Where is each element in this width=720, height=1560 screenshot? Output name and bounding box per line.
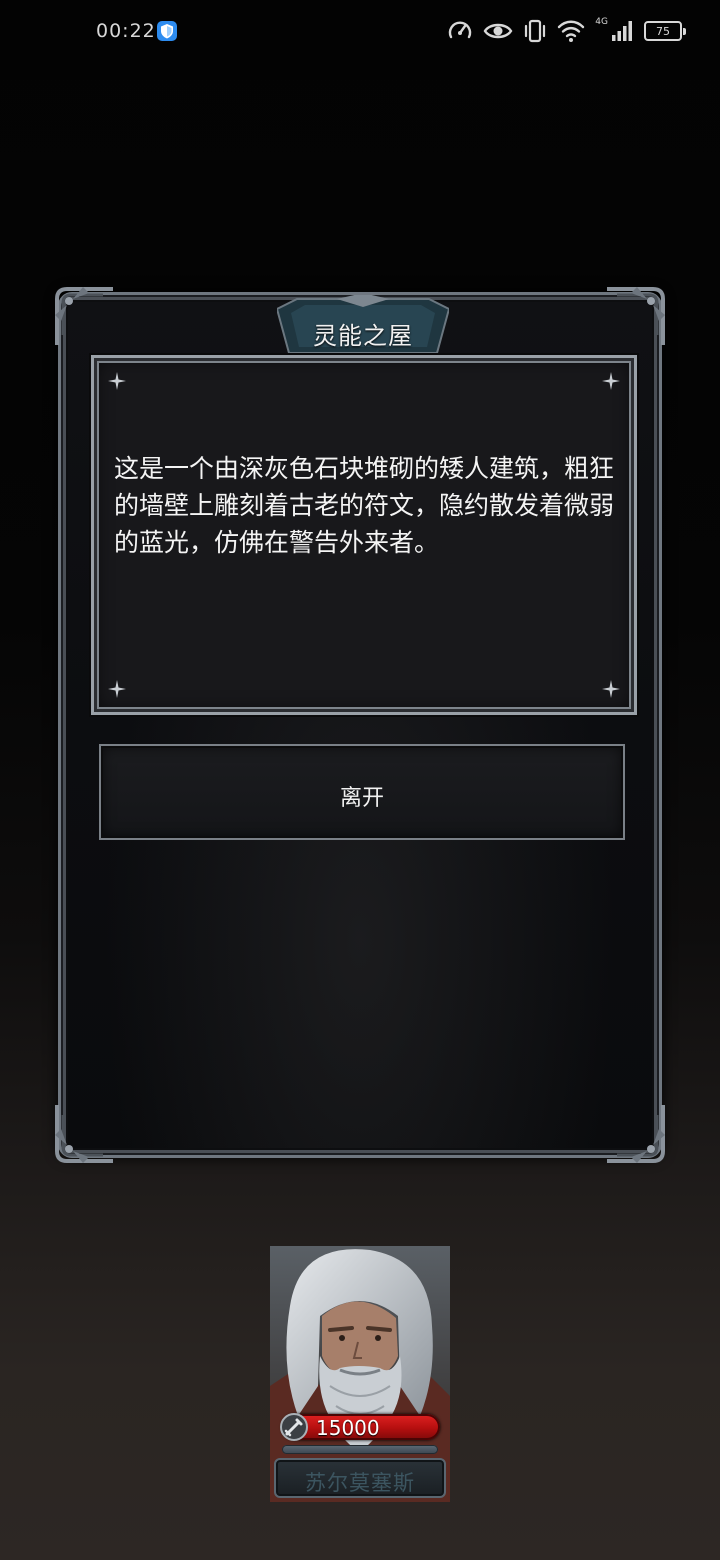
- sparkle-icon: [108, 372, 126, 390]
- leave-button-label: 离开: [339, 786, 384, 811]
- title-plate: 灵能之屋: [277, 295, 449, 357]
- network-type: 4G: [595, 17, 608, 27]
- frame-corner-ornament: [607, 287, 665, 345]
- hero-name: 苏尔莫塞斯: [305, 1471, 415, 1495]
- frame-corner-ornament: [55, 287, 113, 345]
- status-bar: 00:22 4G 75: [0, 0, 720, 62]
- frame-corner-ornament: [607, 1105, 665, 1163]
- wifi-icon: [558, 20, 585, 42]
- sparkle-icon: [602, 680, 620, 698]
- eye-icon: [483, 23, 513, 39]
- battery-level: 75: [656, 24, 670, 38]
- status-time: 00:22: [96, 20, 156, 42]
- description-box: 这是一个由深灰色石块堆砌的矮人建筑，粗狂的墙壁上雕刻着古老的符文，隐约散发着微弱…: [91, 355, 637, 715]
- event-dialog: 灵能之屋 这是一个由深灰色石块堆砌的矮人建筑，粗狂的墙壁上雕刻着古老的符文，隐约…: [55, 287, 665, 1163]
- security-shield-icon: [157, 21, 177, 41]
- speedometer-icon: [449, 21, 472, 39]
- hero-name-plate: 苏尔莫塞斯: [274, 1458, 446, 1498]
- dialog-title: 灵能之屋: [313, 322, 413, 350]
- sword-badge-icon: [280, 1413, 308, 1441]
- sparkle-icon: [108, 680, 126, 698]
- status-icons: 4G 75: [447, 14, 686, 48]
- vibrate-icon: [525, 19, 546, 43]
- hero-card[interactable]: 15000 苏尔莫塞斯: [270, 1246, 450, 1502]
- frame-corner-ornament: [55, 1105, 113, 1163]
- battery-icon: 75: [644, 21, 686, 41]
- leave-button[interactable]: 离开: [99, 744, 625, 840]
- signal-icon: [612, 21, 632, 41]
- sparkle-icon: [602, 372, 620, 390]
- health-bar: [282, 1445, 438, 1454]
- event-description: 这是一个由深灰色石块堆砌的矮人建筑，粗狂的墙壁上雕刻着古老的符文，隐约散发着微弱…: [114, 454, 615, 557]
- gold-amount: 15000: [316, 1416, 380, 1440]
